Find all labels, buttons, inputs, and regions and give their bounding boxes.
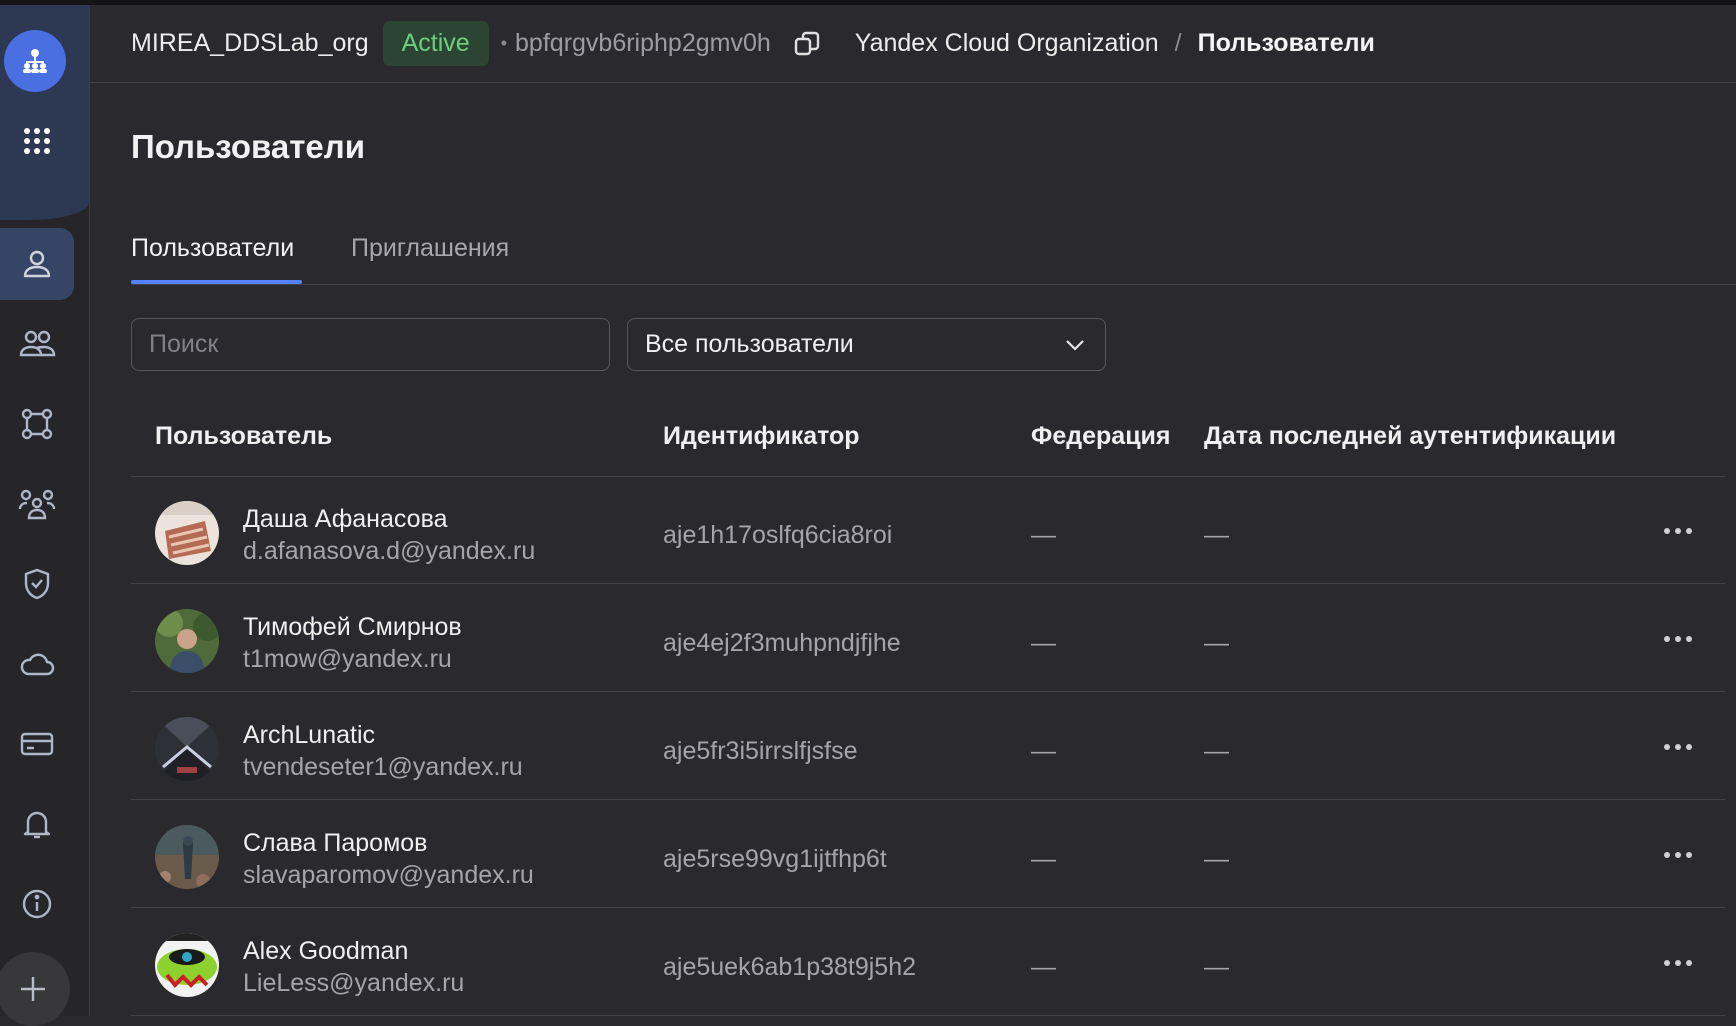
user-federation: — bbox=[1031, 629, 1056, 657]
page-title: Пользователи bbox=[131, 128, 366, 165]
avatar bbox=[155, 933, 219, 997]
avatar bbox=[155, 717, 219, 781]
more-actions-icon[interactable] bbox=[1656, 941, 1700, 985]
user-last-auth: — bbox=[1204, 845, 1229, 873]
user-id: aje5fr3i5irrslfjsfse bbox=[663, 737, 858, 765]
users-group-icon[interactable] bbox=[0, 308, 74, 380]
user-email: tvendeseter1@yandex.ru bbox=[243, 753, 523, 781]
sidebar-item-users[interactable] bbox=[0, 228, 74, 300]
sidebar bbox=[0, 5, 90, 1026]
org-id: bpfqrgvb6riphp2gmv0h bbox=[515, 29, 771, 57]
more-actions-icon[interactable] bbox=[1656, 509, 1700, 553]
column-header-user: Пользователь bbox=[155, 422, 333, 450]
user-id: aje4ej2f3muhpndjfjhe bbox=[663, 629, 901, 657]
tabs: Пользователи Приглашения bbox=[131, 230, 1736, 285]
avatar bbox=[155, 825, 219, 889]
copy-icon[interactable] bbox=[793, 30, 821, 58]
user-icon bbox=[23, 250, 51, 278]
federation-icon[interactable] bbox=[0, 388, 74, 460]
apps-grid-icon[interactable] bbox=[0, 105, 74, 177]
user-last-auth: — bbox=[1204, 953, 1229, 981]
column-header-last-auth: Дата последней аутентификации bbox=[1204, 422, 1617, 450]
breadcrumb-current: Пользователи bbox=[1197, 29, 1375, 57]
user-email: t1mow@yandex.ru bbox=[243, 645, 452, 673]
table-row[interactable]: Слава Паромов slavaparomov@yandex.ru aje… bbox=[131, 801, 1725, 908]
breadcrumb-root[interactable]: Yandex Cloud Organization bbox=[855, 29, 1159, 58]
separator-dot: • bbox=[500, 33, 508, 53]
groups-icon[interactable] bbox=[0, 468, 74, 540]
more-actions-icon[interactable] bbox=[1656, 833, 1700, 877]
user-name: Слава Паромов bbox=[243, 829, 428, 857]
user-name: Alex Goodman bbox=[243, 937, 409, 965]
user-id: aje1h17oslfq6cia8roi bbox=[663, 521, 893, 549]
column-header-federation: Федерация bbox=[1031, 422, 1171, 450]
more-actions-icon[interactable] bbox=[1656, 725, 1700, 769]
active-tab-indicator bbox=[131, 280, 302, 284]
tab-invitations[interactable]: Приглашения bbox=[351, 234, 509, 263]
user-filter-value: Все пользователи bbox=[645, 330, 854, 358]
user-last-auth: — bbox=[1204, 521, 1229, 549]
info-icon[interactable] bbox=[0, 868, 74, 940]
table-row[interactable]: Тимофей Смирнов t1mow@yandex.ru aje4ej2f… bbox=[131, 585, 1725, 692]
status-badge: Active bbox=[382, 21, 489, 66]
search-input[interactable] bbox=[131, 318, 610, 371]
bell-icon[interactable] bbox=[0, 788, 74, 860]
shield-icon[interactable] bbox=[0, 548, 74, 620]
avatar bbox=[155, 501, 219, 565]
cloud-icon[interactable] bbox=[0, 628, 74, 700]
user-name: Тимофей Смирнов bbox=[243, 613, 462, 641]
user-name: Даша Афанасова bbox=[243, 505, 448, 533]
plus-icon[interactable] bbox=[0, 952, 70, 1026]
user-email: slavaparomov@yandex.ru bbox=[243, 861, 534, 889]
billing-card-icon[interactable] bbox=[0, 708, 74, 780]
user-federation: — bbox=[1031, 737, 1056, 765]
user-id: aje5rse99vg1ijtfhp6t bbox=[663, 845, 887, 873]
user-id: aje5uek6ab1p38t9j5h2 bbox=[663, 953, 917, 981]
header: MIREA_DDSLab_org Active • bpfqrgvb6riphp… bbox=[90, 5, 1736, 83]
table-row[interactable]: Даша Афанасова d.afanasova.d@yandex.ru a… bbox=[131, 477, 1725, 584]
avatar bbox=[155, 609, 219, 673]
user-email: LieLess@yandex.ru bbox=[243, 969, 465, 997]
user-federation: — bbox=[1031, 521, 1056, 549]
more-actions-icon[interactable] bbox=[1656, 617, 1700, 661]
user-federation: — bbox=[1031, 953, 1056, 981]
org-name[interactable]: MIREA_DDSLab_org bbox=[131, 29, 369, 58]
table-row[interactable]: ArchLunatic tvendeseter1@yandex.ru aje5f… bbox=[131, 693, 1725, 800]
organization-icon[interactable] bbox=[4, 30, 66, 92]
column-header-id: Идентификатор bbox=[663, 422, 860, 450]
user-last-auth: — bbox=[1204, 629, 1229, 657]
user-name: ArchLunatic bbox=[243, 721, 376, 749]
chevron-down-icon bbox=[1066, 339, 1084, 351]
table-row[interactable]: Alex Goodman LieLess@yandex.ru aje5uek6a… bbox=[131, 909, 1725, 1016]
breadcrumb-separator: / bbox=[1174, 29, 1182, 57]
tab-users[interactable]: Пользователи bbox=[131, 234, 294, 263]
user-email: d.afanasova.d@yandex.ru bbox=[243, 537, 536, 565]
user-federation: — bbox=[1031, 845, 1056, 873]
user-last-auth: — bbox=[1204, 737, 1229, 765]
user-filter-select[interactable]: Все пользователи bbox=[627, 318, 1106, 371]
table-header: Пользователь Идентификатор Федерация Дат… bbox=[131, 402, 1725, 477]
